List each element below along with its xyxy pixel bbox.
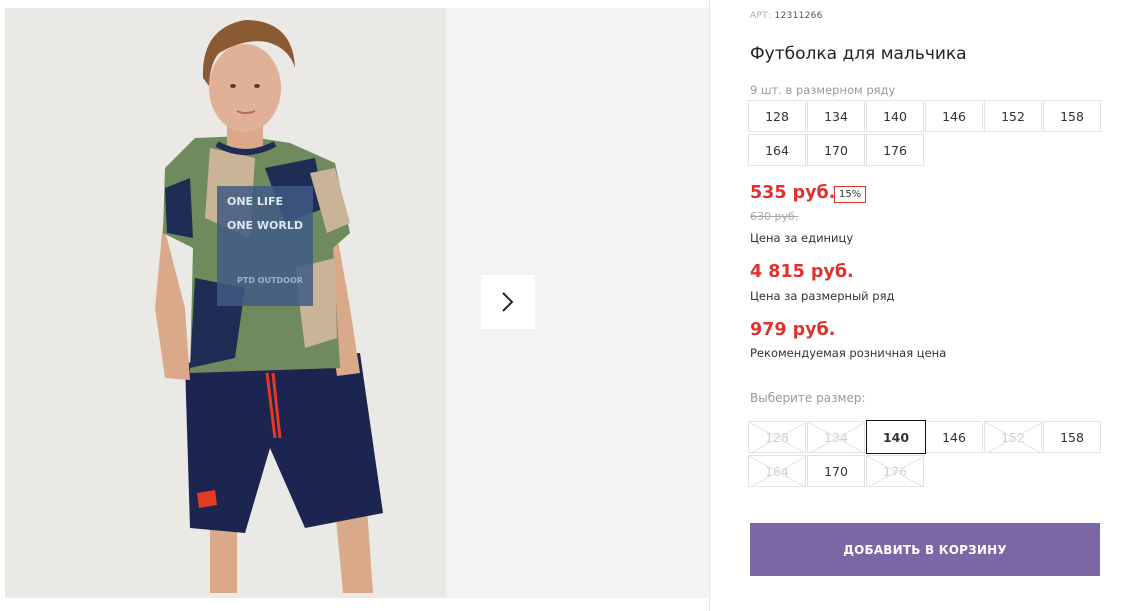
size-row-cell: 158	[1043, 100, 1101, 132]
discount-badge: 15%	[834, 186, 867, 203]
size-option-152: 152	[984, 421, 1042, 453]
column-divider	[709, 0, 710, 611]
size-row-cell: 170	[807, 134, 865, 166]
size-option-134: 134	[807, 421, 865, 453]
strike-icon	[749, 422, 805, 452]
product-photo[interactable]: ONE LIFE ONE WORLD PTD OUTDOOR	[5, 8, 446, 598]
size-row-cell: 146	[925, 100, 983, 132]
unit-price-caption: Цена за единицу	[750, 231, 854, 245]
retail-price: 979 руб.	[750, 320, 836, 340]
next-image-button[interactable]	[481, 275, 535, 329]
size-option-164: 164	[748, 455, 806, 487]
row-price-caption: Цена за размерный ряд	[750, 289, 895, 303]
size-option-176: 176	[866, 455, 924, 487]
strike-icon	[749, 456, 805, 486]
size-option-128: 128	[748, 421, 806, 453]
svg-text:PTD OUTDOOR: PTD OUTDOOR	[237, 276, 303, 285]
size-row-cell: 140	[866, 100, 924, 132]
unit-price: 535 руб.	[750, 183, 836, 203]
strike-icon	[808, 422, 864, 452]
size-row-cell: 134	[807, 100, 865, 132]
svg-text:ONE LIFE: ONE LIFE	[227, 195, 283, 208]
size-option-label: 170	[824, 463, 848, 479]
size-row-info: 9 шт. в размерном ряду	[750, 83, 896, 97]
product-gallery: ONE LIFE ONE WORLD PTD OUTDOOR	[0, 0, 709, 611]
article-value: 12311266	[774, 11, 823, 21]
row-price: 4 815 руб.	[750, 262, 854, 282]
size-option-146[interactable]: 146	[925, 421, 983, 453]
size-row-cell: 176	[866, 134, 924, 166]
old-price: 630 руб.	[750, 210, 799, 223]
chevron-right-icon	[502, 292, 514, 312]
article-label: АРТ:	[750, 11, 772, 21]
svg-text:ONE WORLD: ONE WORLD	[227, 219, 303, 232]
size-option-label: 140	[882, 429, 910, 445]
size-row-cell: 128	[748, 100, 806, 132]
size-option-170[interactable]: 170	[807, 455, 865, 487]
size-row-cell: 164	[748, 134, 806, 166]
boy-illustration: ONE LIFE ONE WORLD PTD OUTDOOR	[5, 8, 446, 598]
strike-icon	[985, 422, 1041, 452]
size-row-cell: 152	[984, 100, 1042, 132]
add-to-cart-button[interactable]: ДОБАВИТЬ В КОРЗИНУ	[750, 523, 1100, 576]
product-title: Футболка для мальчика	[750, 44, 967, 64]
choose-size-label: Выберите размер:	[750, 391, 866, 405]
retail-price-caption: Рекомендуемая розничная цена	[750, 346, 947, 360]
size-option-label: 158	[1060, 429, 1084, 445]
article-number: АРТ: 12311266	[750, 11, 823, 21]
strike-icon	[867, 456, 923, 486]
size-option-158[interactable]: 158	[1043, 421, 1101, 453]
size-option-140[interactable]: 140	[866, 420, 926, 454]
size-option-label: 146	[942, 429, 966, 445]
